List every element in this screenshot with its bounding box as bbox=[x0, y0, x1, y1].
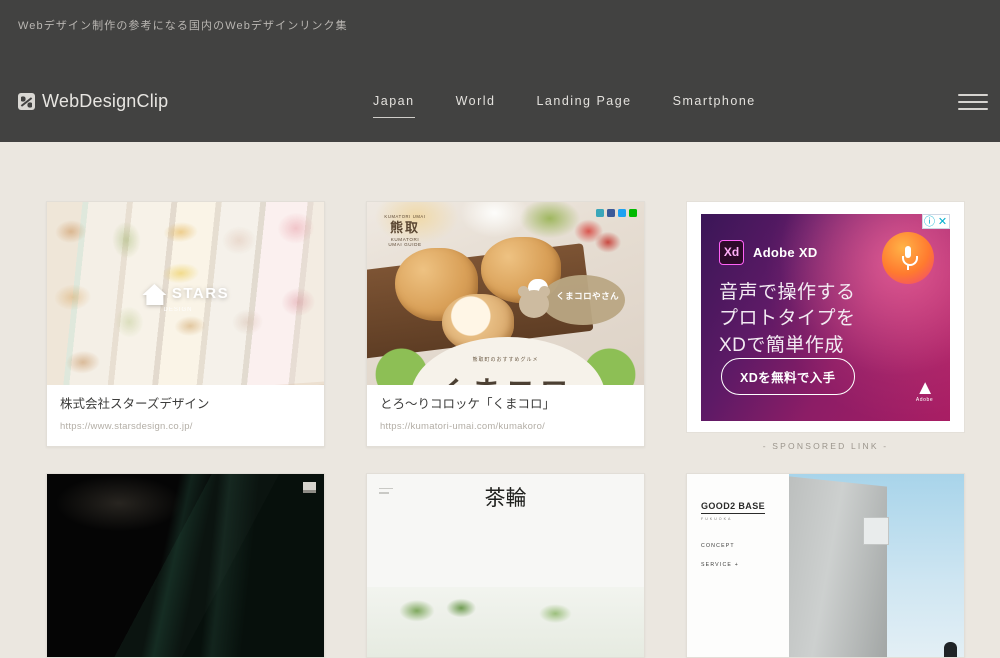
kumatori-logo-en2: UMAI GUIDE bbox=[388, 242, 422, 248]
site-thumbnail: KUMATORI UMAI 熊取 KUMATORI UMAI GUIDE くまコ… bbox=[367, 202, 644, 385]
close-icon[interactable]: ✕ bbox=[936, 215, 949, 228]
hamburger-bar bbox=[958, 94, 988, 96]
microphone-stem bbox=[907, 263, 909, 270]
building-shape bbox=[789, 475, 888, 657]
microphone-glyph bbox=[902, 245, 918, 270]
site-card[interactable]: STARS DESIGN 株式会社スターズデザイン https://www.st… bbox=[46, 201, 325, 447]
good-base-logo-sub: FUKUOKA bbox=[701, 516, 733, 521]
nav-item-world[interactable]: World bbox=[456, 95, 516, 108]
stars-logo-subtext: DESIGN bbox=[163, 306, 193, 313]
nav-item-landing-page[interactable]: Landing Page bbox=[536, 95, 651, 108]
hamburger-bar bbox=[958, 108, 988, 110]
preview-sidebar: GOOD2 BASE FUKUOKA CONCEPT SERVICE + bbox=[687, 473, 790, 657]
site-logo[interactable]: WebDesignClip bbox=[18, 91, 168, 112]
card-url: https://www.starsdesign.co.jp/ bbox=[60, 420, 193, 432]
site-tagline: Webデザイン制作の参考になる国内のWebデザインリンク集 bbox=[18, 20, 348, 32]
microphone-icon bbox=[882, 231, 934, 284]
main-navigation: Japan World Landing Page Smartphone bbox=[373, 60, 756, 142]
navigation-bar: WebDesignClip Japan World Landing Page S… bbox=[0, 60, 1000, 142]
window-icon bbox=[303, 481, 316, 493]
kumatori-logo-arc: KUMATORI UMAI bbox=[384, 214, 426, 219]
adobe-wordmark: Adobe bbox=[915, 396, 934, 403]
site-card[interactable]: 茶輪 bbox=[366, 472, 645, 658]
adobe-logo: ▲ Adobe bbox=[915, 376, 935, 403]
window-shape bbox=[862, 517, 889, 545]
card-title: とろ〜りコロッケ「くまコロ」 bbox=[380, 397, 556, 411]
site-thumbnail: STARS DESIGN bbox=[47, 202, 324, 385]
preview-nav: CONCEPT SERVICE + bbox=[701, 543, 789, 568]
nav-item-japan[interactable]: Japan bbox=[373, 95, 435, 118]
site-card[interactable] bbox=[46, 472, 325, 658]
ad-cta-button[interactable]: XDを無料で入手 bbox=[721, 357, 855, 395]
card-url: https://kumatori-umai.com/kumakoro/ bbox=[380, 420, 546, 432]
mascot-badge-text: くまコロやさん bbox=[556, 290, 620, 301]
menu-icon bbox=[379, 487, 393, 497]
adchoices-controls: ⓘ ✕ bbox=[922, 213, 950, 229]
sponsored-label: - SPONSORED LINK - bbox=[762, 441, 889, 451]
house-icon bbox=[141, 282, 167, 306]
card-body: とろ〜りコロッケ「くまコロ」 https://kumatori-umai.com… bbox=[367, 385, 644, 446]
site-card[interactable]: KUMATORI UMAI 熊取 KUMATORI UMAI GUIDE くまコ… bbox=[366, 201, 645, 447]
good-base-logo: GOOD2 BASE bbox=[701, 501, 766, 514]
ad-brand-name: Adobe XD bbox=[753, 244, 818, 260]
tea-logo-kanji: 茶輪 bbox=[484, 485, 527, 510]
menu-bar bbox=[379, 492, 389, 494]
adobe-mark-icon: ▲ bbox=[915, 376, 935, 399]
social-icons bbox=[596, 209, 637, 217]
site-thumbnail bbox=[47, 473, 324, 657]
facebook-icon bbox=[607, 209, 615, 217]
preview-nav-service: SERVICE + bbox=[701, 561, 739, 568]
hatena-icon bbox=[596, 209, 604, 217]
ad-headline: 音声で操作する プロトタイプを XDで簡単作成 bbox=[719, 281, 856, 357]
kumatori-logo-jp: 熊取 bbox=[389, 220, 420, 235]
sponsored-ad-slot: Xd Adobe XD 音声で操作する プロトタイプを XDで簡単作成 XDを無… bbox=[686, 201, 965, 451]
cloud-banner-text: 熊取町のおすすめグルメ bbox=[472, 357, 539, 364]
ad-brand-row: Xd Adobe XD bbox=[719, 239, 818, 265]
menu-bar bbox=[379, 487, 393, 489]
card-body: 株式会社スターズデザイン https://www.starsdesign.co.… bbox=[47, 385, 324, 446]
hamburger-bar bbox=[958, 101, 988, 103]
kumatori-logo: KUMATORI UMAI 熊取 KUMATORI UMAI GUIDE bbox=[374, 214, 436, 266]
card-title: 株式会社スターズデザイン bbox=[60, 397, 210, 411]
ad-container: Xd Adobe XD 音声で操作する プロトタイプを XDで簡単作成 XDを無… bbox=[686, 201, 965, 433]
site-card[interactable]: GOOD2 BASE FUKUOKA CONCEPT SERVICE + bbox=[686, 472, 965, 658]
preview-photo bbox=[789, 473, 964, 657]
site-logo-text: WebDesignClip bbox=[42, 91, 169, 111]
info-icon[interactable]: ⓘ bbox=[923, 215, 936, 228]
bear-mascot-icon bbox=[518, 285, 551, 318]
stars-logo-text: STARS bbox=[171, 285, 230, 302]
clip-logo-icon bbox=[18, 93, 35, 110]
site-card-grid: STARS DESIGN 株式会社スターズデザイン https://www.st… bbox=[46, 201, 966, 658]
site-thumbnail: GOOD2 BASE FUKUOKA CONCEPT SERVICE + bbox=[687, 473, 964, 657]
adobe-xd-logo-icon: Xd bbox=[719, 239, 744, 265]
person-shape bbox=[944, 641, 958, 657]
site-thumbnail: 茶輪 bbox=[367, 473, 644, 657]
twitter-icon bbox=[618, 209, 626, 217]
nav-item-smartphone[interactable]: Smartphone bbox=[673, 95, 756, 108]
kumakoro-title: くまコロ bbox=[437, 369, 573, 385]
stars-logo-overlay: STARS bbox=[141, 282, 230, 306]
line-icon bbox=[629, 209, 637, 217]
adobe-xd-ad[interactable]: Xd Adobe XD 音声で操作する プロトタイプを XDで簡単作成 XDを無… bbox=[701, 213, 950, 421]
site-header: Webデザイン制作の参考になる国内のWebデザインリンク集 WebDesignC… bbox=[0, 0, 1000, 142]
preview-nav-concept: CONCEPT bbox=[701, 542, 735, 549]
hamburger-menu-icon[interactable] bbox=[958, 92, 988, 112]
